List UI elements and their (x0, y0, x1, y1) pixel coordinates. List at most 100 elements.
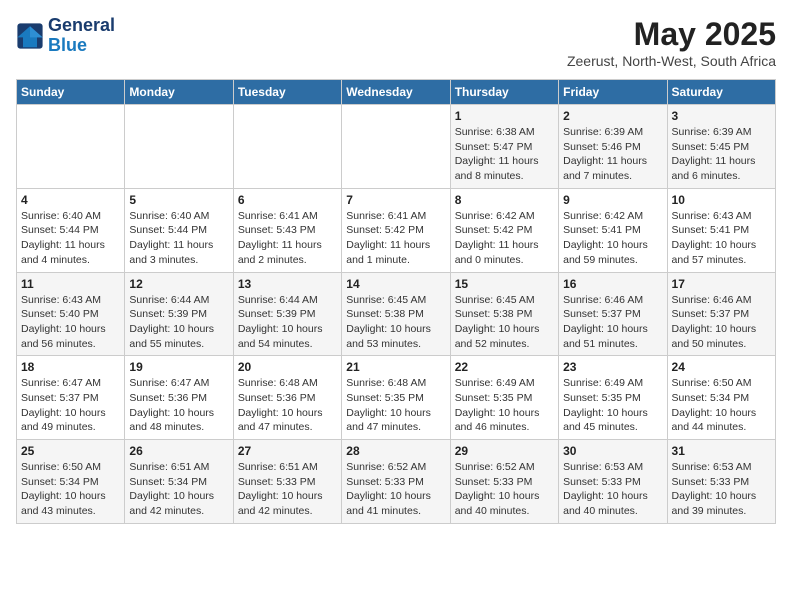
calendar-cell: 31 Sunrise: 6:53 AMSunset: 5:33 PMDayligh… (667, 440, 775, 524)
calendar-week-row: 1 Sunrise: 6:38 AMSunset: 5:47 PMDaylight… (17, 105, 776, 189)
header-wednesday: Wednesday (342, 80, 450, 105)
logo: General Blue (16, 16, 115, 56)
calendar-table: SundayMondayTuesdayWednesdayThursdayFrid… (16, 79, 776, 524)
calendar-cell: 21Sunrise: 6:48 AMSunset: 5:35 PMDayligh… (342, 356, 450, 440)
day-number: 18 (21, 360, 120, 374)
day-info: Sunrise: 6:53 AMSunset: 5:33 PMDaylight:… (672, 460, 771, 519)
day-number: 7 (346, 193, 445, 207)
day-number: 29 (455, 444, 554, 458)
day-number: 30 (563, 444, 662, 458)
day-info: Sunrise: 6:52 AMSunset: 5:33 PMDaylight:… (346, 460, 445, 519)
calendar-cell: 6 Sunrise: 6:41 AMSunset: 5:43 PMDaylight… (233, 188, 341, 272)
day-info: Sunrise: 6:39 AMSunset: 5:45 PMDaylight:… (672, 125, 771, 184)
calendar-cell: 8 Sunrise: 6:42 AMSunset: 5:42 PMDaylight… (450, 188, 558, 272)
day-number: 19 (129, 360, 228, 374)
day-info: Sunrise: 6:42 AMSunset: 5:42 PMDaylight:… (455, 209, 554, 268)
calendar-cell: 30 Sunrise: 6:53 AMSunset: 5:33 PMDayligh… (559, 440, 667, 524)
day-number: 14 (346, 277, 445, 291)
calendar-cell: 15 Sunrise: 6:45 AMSunset: 5:38 PMDayligh… (450, 272, 558, 356)
day-info: Sunrise: 6:40 AMSunset: 5:44 PMDaylight:… (21, 209, 120, 268)
day-number: 10 (672, 193, 771, 207)
calendar-cell: 23 Sunrise: 6:49 AMSunset: 5:35 PMDayligh… (559, 356, 667, 440)
calendar-cell: 12 Sunrise: 6:44 AMSunset: 5:39 PMDayligh… (125, 272, 233, 356)
calendar-cell: 18 Sunrise: 6:47 AMSunset: 5:37 PMDayligh… (17, 356, 125, 440)
day-info: Sunrise: 6:51 AMSunset: 5:34 PMDaylight:… (129, 460, 228, 519)
header-saturday: Saturday (667, 80, 775, 105)
page-title: May 2025 (567, 16, 776, 53)
day-info: Sunrise: 6:42 AMSunset: 5:41 PMDaylight:… (563, 209, 662, 268)
day-info: Sunrise: 6:43 AMSunset: 5:41 PMDaylight:… (672, 209, 771, 268)
day-info: Sunrise: 6:49 AMSunset: 5:35 PMDaylight:… (563, 376, 662, 435)
day-number: 16 (563, 277, 662, 291)
logo-icon (16, 22, 44, 50)
day-number: 5 (129, 193, 228, 207)
calendar-week-row: 25 Sunrise: 6:50 AMSunset: 5:34 PMDayligh… (17, 440, 776, 524)
calendar-cell (17, 105, 125, 189)
calendar-cell: 5Sunrise: 6:40 AMSunset: 5:44 PMDaylight… (125, 188, 233, 272)
calendar-cell: 11Sunrise: 6:43 AMSunset: 5:40 PMDayligh… (17, 272, 125, 356)
day-info: Sunrise: 6:51 AMSunset: 5:33 PMDaylight:… (238, 460, 337, 519)
day-info: Sunrise: 6:49 AMSunset: 5:35 PMDaylight:… (455, 376, 554, 435)
day-number: 1 (455, 109, 554, 123)
day-number: 13 (238, 277, 337, 291)
day-number: 6 (238, 193, 337, 207)
day-number: 12 (129, 277, 228, 291)
calendar-cell: 25 Sunrise: 6:50 AMSunset: 5:34 PMDayligh… (17, 440, 125, 524)
day-info: Sunrise: 6:41 AMSunset: 5:43 PMDaylight:… (238, 209, 337, 268)
day-info: Sunrise: 6:47 AMSunset: 5:37 PMDaylight:… (21, 376, 120, 435)
day-info: Sunrise: 6:53 AMSunset: 5:33 PMDaylight:… (563, 460, 662, 519)
calendar-week-row: 4Sunrise: 6:40 AMSunset: 5:44 PMDaylight… (17, 188, 776, 272)
header-tuesday: Tuesday (233, 80, 341, 105)
day-info: Sunrise: 6:52 AMSunset: 5:33 PMDaylight:… (455, 460, 554, 519)
calendar-cell (233, 105, 341, 189)
page-subtitle: Zeerust, North-West, South Africa (567, 53, 776, 69)
calendar-cell: 29 Sunrise: 6:52 AMSunset: 5:33 PMDayligh… (450, 440, 558, 524)
day-number: 26 (129, 444, 228, 458)
calendar-cell (342, 105, 450, 189)
calendar-cell: 19 Sunrise: 6:47 AMSunset: 5:36 PMDayligh… (125, 356, 233, 440)
calendar-cell: 9 Sunrise: 6:42 AMSunset: 5:41 PMDaylight… (559, 188, 667, 272)
day-info: Sunrise: 6:50 AMSunset: 5:34 PMDaylight:… (21, 460, 120, 519)
day-number: 9 (563, 193, 662, 207)
day-number: 27 (238, 444, 337, 458)
header-sunday: Sunday (17, 80, 125, 105)
day-info: Sunrise: 6:45 AMSunset: 5:38 PMDaylight:… (455, 293, 554, 352)
day-number: 17 (672, 277, 771, 291)
day-number: 2 (563, 109, 662, 123)
calendar-header-row: SundayMondayTuesdayWednesdayThursdayFrid… (17, 80, 776, 105)
calendar-cell: 22Sunrise: 6:49 AMSunset: 5:35 PMDayligh… (450, 356, 558, 440)
day-number: 25 (21, 444, 120, 458)
calendar-cell: 26 Sunrise: 6:51 AMSunset: 5:34 PMDayligh… (125, 440, 233, 524)
calendar-cell: 1 Sunrise: 6:38 AMSunset: 5:47 PMDaylight… (450, 105, 558, 189)
day-info: Sunrise: 6:38 AMSunset: 5:47 PMDaylight:… (455, 125, 554, 184)
day-info: Sunrise: 6:48 AMSunset: 5:36 PMDaylight:… (238, 376, 337, 435)
day-number: 15 (455, 277, 554, 291)
calendar-cell: 14Sunrise: 6:45 AMSunset: 5:38 PMDayligh… (342, 272, 450, 356)
day-info: Sunrise: 6:46 AMSunset: 5:37 PMDaylight:… (563, 293, 662, 352)
day-info: Sunrise: 6:47 AMSunset: 5:36 PMDaylight:… (129, 376, 228, 435)
calendar-week-row: 11Sunrise: 6:43 AMSunset: 5:40 PMDayligh… (17, 272, 776, 356)
calendar-cell: 17Sunrise: 6:46 AMSunset: 5:37 PMDayligh… (667, 272, 775, 356)
calendar-cell: 4Sunrise: 6:40 AMSunset: 5:44 PMDaylight… (17, 188, 125, 272)
day-info: Sunrise: 6:41 AMSunset: 5:42 PMDaylight:… (346, 209, 445, 268)
calendar-cell: 20Sunrise: 6:48 AMSunset: 5:36 PMDayligh… (233, 356, 341, 440)
calendar-cell: 7 Sunrise: 6:41 AMSunset: 5:42 PMDaylight… (342, 188, 450, 272)
day-number: 31 (672, 444, 771, 458)
day-number: 28 (346, 444, 445, 458)
day-number: 23 (563, 360, 662, 374)
day-info: Sunrise: 6:48 AMSunset: 5:35 PMDaylight:… (346, 376, 445, 435)
calendar-cell: 16 Sunrise: 6:46 AMSunset: 5:37 PMDayligh… (559, 272, 667, 356)
day-number: 3 (672, 109, 771, 123)
logo-line2: Blue (48, 36, 115, 56)
calendar-cell: 3 Sunrise: 6:39 AMSunset: 5:45 PMDaylight… (667, 105, 775, 189)
day-info: Sunrise: 6:43 AMSunset: 5:40 PMDaylight:… (21, 293, 120, 352)
calendar-cell: 27 Sunrise: 6:51 AMSunset: 5:33 PMDayligh… (233, 440, 341, 524)
day-info: Sunrise: 6:44 AMSunset: 5:39 PMDaylight:… (129, 293, 228, 352)
calendar-cell: 28 Sunrise: 6:52 AMSunset: 5:33 PMDayligh… (342, 440, 450, 524)
day-number: 8 (455, 193, 554, 207)
calendar-cell (125, 105, 233, 189)
calendar-cell: 13Sunrise: 6:44 AMSunset: 5:39 PMDayligh… (233, 272, 341, 356)
title-block: May 2025 Zeerust, North-West, South Afri… (567, 16, 776, 69)
calendar-week-row: 18 Sunrise: 6:47 AMSunset: 5:37 PMDayligh… (17, 356, 776, 440)
header-monday: Monday (125, 80, 233, 105)
